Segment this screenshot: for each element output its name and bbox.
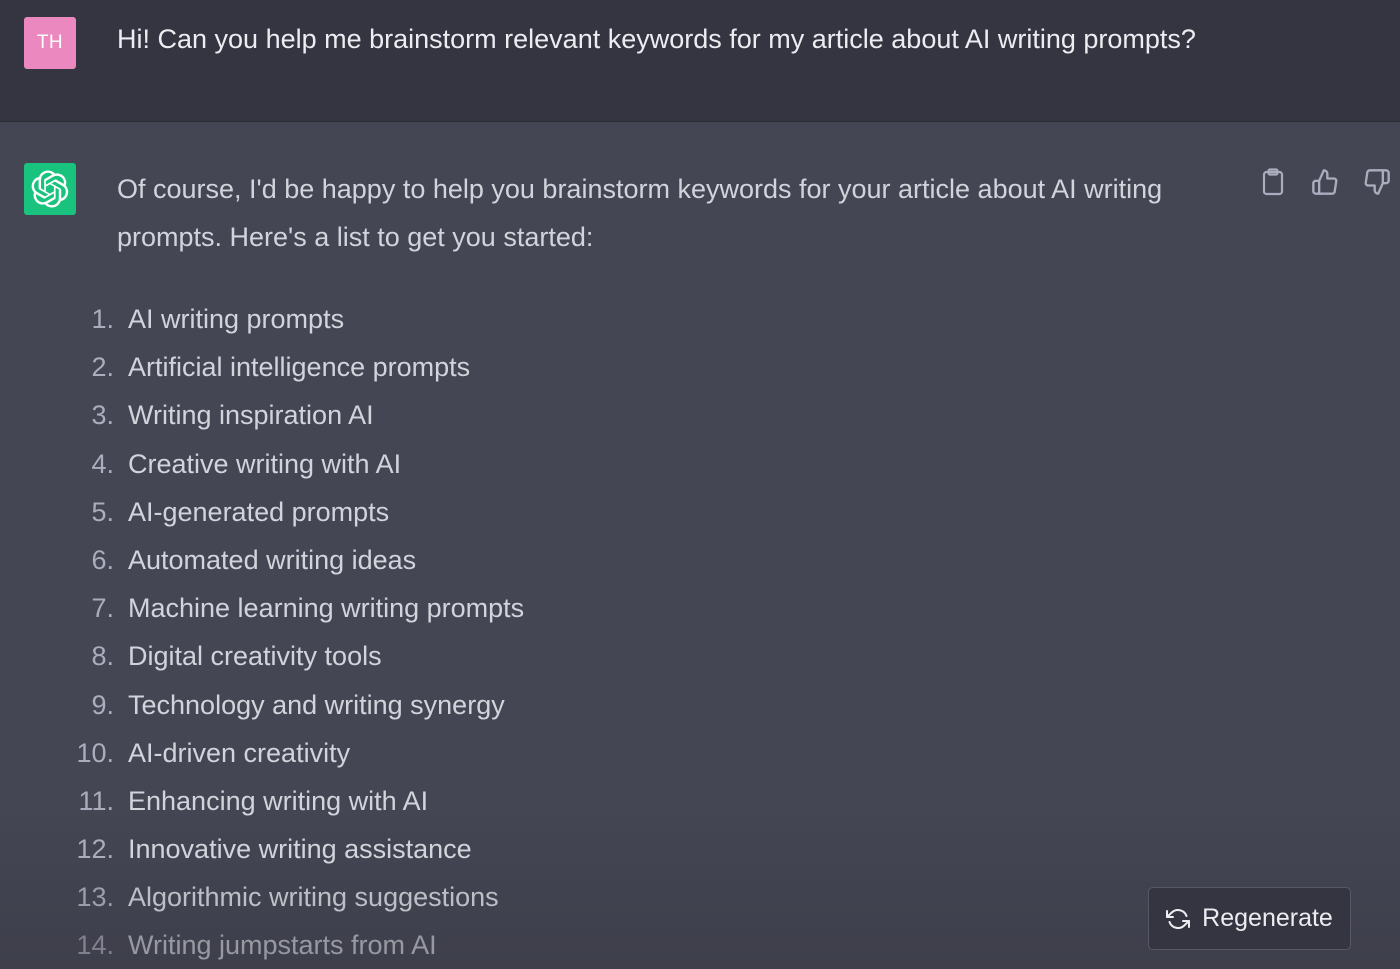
keyword-item: 11. Enhancing writing with AI <box>0 777 900 825</box>
regenerate-button[interactable]: Regenerate <box>1148 887 1351 950</box>
copy-button[interactable] <box>1258 167 1288 197</box>
keyword-text: AI-driven creativity <box>128 737 351 768</box>
keyword-list: 1. AI writing prompts 2. Artificial intell… <box>0 295 900 969</box>
user-avatar-initials: TH <box>36 32 64 53</box>
keyword-text: Enhancing writing with AI <box>128 785 429 816</box>
keyword-text: Algorithmic writing suggestions <box>128 882 499 913</box>
refresh-icon <box>1166 908 1191 929</box>
user-avatar: TH <box>24 17 76 69</box>
keyword-number: 2. <box>91 352 114 383</box>
keyword-number: 8. <box>91 641 114 672</box>
keyword-text: Machine learning writing prompts <box>128 593 525 624</box>
keyword-number: 3. <box>91 400 114 431</box>
user-message-row: TH Hi! Can you help me brainstorm releva… <box>0 0 1400 122</box>
keyword-number: 1. <box>91 304 114 334</box>
clipboard-icon <box>1262 168 1284 196</box>
thumbs-down-button[interactable] <box>1362 167 1392 197</box>
thumbs-up-icon <box>1312 169 1338 195</box>
keyword-number: 7. <box>91 593 114 624</box>
keyword-text: Creative writing with AI <box>128 448 402 479</box>
keyword-text: Technology and writing synergy <box>128 689 505 720</box>
keyword-item: 7. Machine learning writing prompts <box>0 584 900 632</box>
keyword-text: Writing jumpstarts from AI <box>128 930 437 961</box>
keyword-item: 5. AI-generated prompts <box>0 488 900 536</box>
keyword-text: Writing inspiration AI <box>128 400 374 431</box>
keyword-number: 5. <box>91 496 114 527</box>
keyword-text: AI-generated prompts <box>128 496 390 527</box>
keyword-item: 10. AI-driven creativity <box>0 729 900 777</box>
keyword-item: 8. Digital creativity tools <box>0 632 900 680</box>
keyword-number: 13. <box>76 882 114 913</box>
assistant-intro-text: Of course, I'd be happy to help you brai… <box>117 174 1163 252</box>
keyword-item: 6. Automated writing ideas <box>0 536 900 584</box>
message-actions <box>1258 167 1392 197</box>
keyword-text: Artificial intelligence prompts <box>128 352 471 383</box>
chat-page: TH Hi! Can you help me brainstorm releva… <box>0 0 1400 969</box>
keyword-item: 1. AI writing prompts <box>0 295 900 343</box>
user-message-text: Hi! Can you help me brainstorm relevant … <box>117 24 1196 54</box>
thumbs-up-button[interactable] <box>1310 167 1340 197</box>
keyword-text: Innovative writing assistance <box>128 834 472 865</box>
assistant-avatar <box>24 163 76 215</box>
keyword-text: Digital creativity tools <box>128 641 382 672</box>
keyword-item: 13. Algorithmic writing suggestions <box>0 873 900 921</box>
assistant-message-row: Of course, I'd be happy to help you brai… <box>0 123 1400 969</box>
openai-logo-icon <box>31 170 69 208</box>
keyword-number: 9. <box>91 689 114 720</box>
thumbs-down-icon <box>1364 169 1390 195</box>
regenerate-label: Regenerate <box>1202 904 1333 932</box>
keyword-number: 12. <box>76 834 114 865</box>
keyword-item: 14. Writing jumpstarts from AI <box>0 921 900 969</box>
keyword-text: AI writing prompts <box>128 304 345 334</box>
keyword-number: 11. <box>78 785 114 816</box>
keyword-text: Automated writing ideas <box>128 544 417 575</box>
keyword-number: 6. <box>91 544 114 575</box>
keyword-item: 4. Creative writing with AI <box>0 440 900 488</box>
keyword-number: 4. <box>91 448 114 479</box>
keyword-item: 3. Writing inspiration AI <box>0 391 900 439</box>
keyword-item: 12. Innovative writing assistance <box>0 825 900 873</box>
keyword-number: 14. <box>76 930 114 961</box>
keyword-number: 10. <box>76 737 114 768</box>
keyword-item: 9. Technology and writing synergy <box>0 681 900 729</box>
keyword-item: 2. Artificial intelligence prompts <box>0 343 900 391</box>
